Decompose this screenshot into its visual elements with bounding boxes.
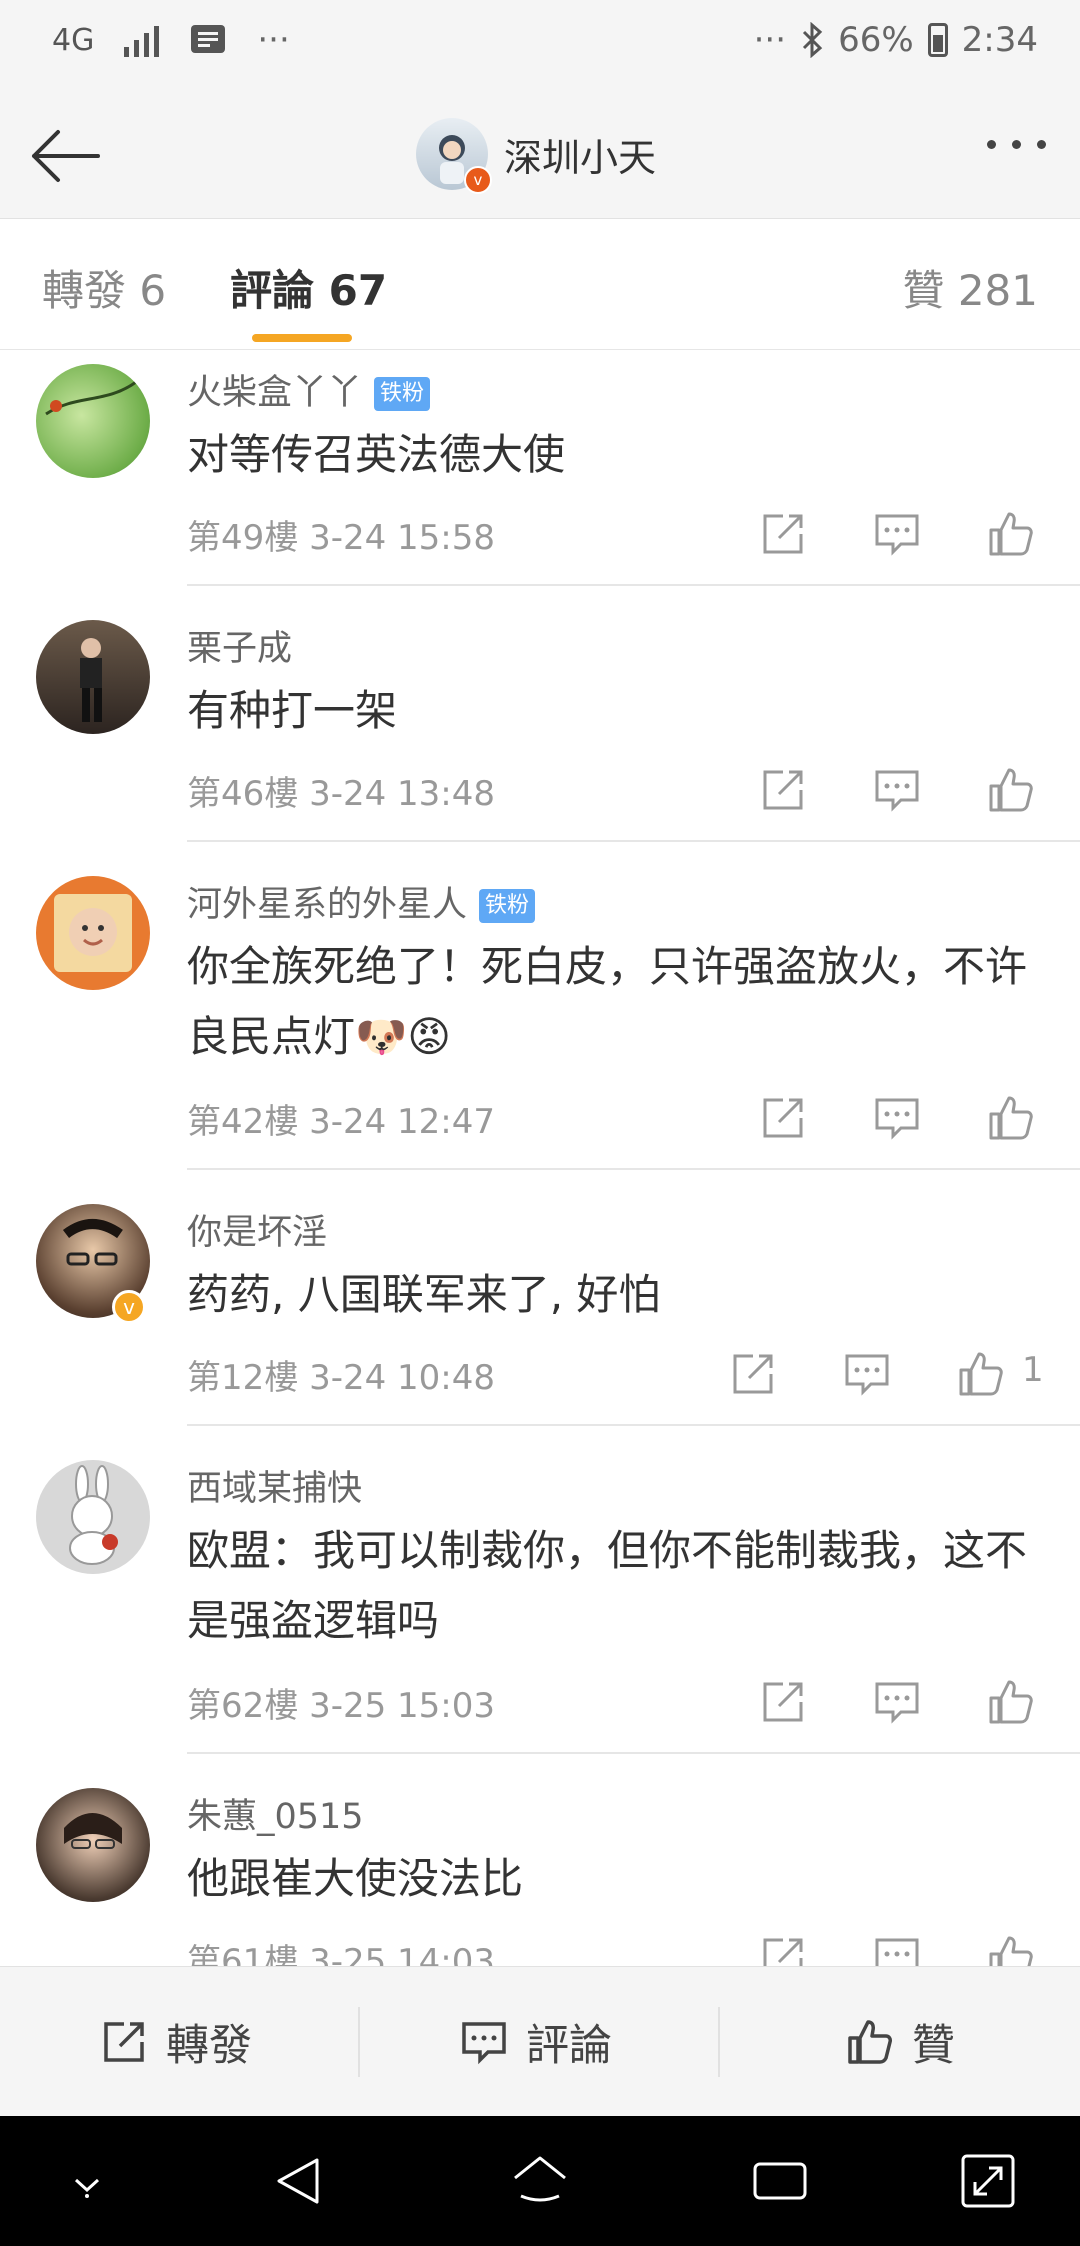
more-icon[interactable] [987,140,1046,149]
status-bar: 4G ··· ··· 66% 2:34 [0,0,1080,90]
comment-icon [462,2022,506,2065]
fan-badge: 铁粉 [374,377,431,411]
tab-repost[interactable]: 轉發 6 [42,257,166,318]
nav-back-icon[interactable] [265,2146,335,2216]
tab-likes[interactable]: 贊 281 [902,257,1038,318]
comment-label: 評論 [526,2021,612,2071]
comment-username[interactable]: 栗子成 [187,620,292,671]
avatar[interactable] [36,620,150,734]
divider [718,2007,720,2077]
comment-meta: 第42樓 3-24 12:47 [187,1102,496,1142]
repost-icon[interactable] [757,508,809,560]
repost-button[interactable]: 轉發 [98,1967,252,2117]
comment-icon[interactable] [871,1676,923,1728]
like-icon[interactable] [985,1932,1037,1966]
active-tab-indicator [252,334,352,342]
tab-bar: 轉發 6 評論 67 贊 281 [0,219,1080,350]
repost-label: 轉發 [166,2021,252,2071]
repost-icon[interactable] [727,1348,779,1400]
avatar[interactable] [36,1460,150,1574]
comment-item: 火柴盒丫丫 铁粉 对等传召英法德大使 第49樓 3-24 15:58 [0,350,1080,586]
comment-icon[interactable] [871,1092,923,1144]
comment-text: 你全族死绝了！死白皮，只许强盗放火，不许良民点灯🐶😡 [187,942,1028,1061]
bottom-action-bar: 轉發 評論 贊 [0,1966,1080,2117]
repost-icon [104,2022,144,2062]
comment-text: 药药, 八国联军来了, 好怕 [187,1270,661,1319]
comment-item: 栗子成 有种打一架 第46樓 3-24 13:48 [0,586,1080,842]
like-icon[interactable] [985,508,1037,560]
like-icon[interactable] [985,1092,1037,1144]
comment-text: 有种打一架 [187,686,398,735]
repost-icon[interactable] [757,1932,809,1966]
comment-meta: 第49樓 3-24 15:58 [187,518,496,558]
signal-icon [124,23,160,57]
repost-icon[interactable] [757,764,809,816]
header-avatar[interactable]: v [416,118,492,194]
like-count: 1 [1022,1350,1044,1390]
divider [358,2007,360,2077]
comment-icon[interactable] [871,764,923,816]
header-user[interactable]: v 深圳小天 [416,114,656,194]
repost-icon[interactable] [757,1676,809,1728]
more-notifications-icon: ··· [257,20,290,60]
comment-item: 河外星系的外星人 铁粉 你全族死绝了！死白皮，只许强盗放火，不许良民点灯🐶😡 第4… [0,842,1080,1170]
comment-item: v 你是坏淫 药药, 八国联军来了, 好怕 第12樓 3-24 10:48 1 [0,1170,1080,1426]
comment-icon[interactable] [871,508,923,560]
nav-expand-icon[interactable] [953,2146,1023,2216]
comment-text: 他跟崔大使没法比 [187,1854,524,1903]
tab-comments[interactable]: 評論 67 [230,257,387,318]
comment-username[interactable]: 河外星系的外星人 铁粉 [187,876,536,927]
avatar[interactable] [36,364,150,478]
avatar[interactable] [36,1788,150,1902]
fan-badge: 铁粉 [479,889,536,923]
verified-badge-icon: v [112,1290,146,1324]
like-button[interactable]: 贊 [844,1967,955,2117]
comment-icon[interactable] [841,1348,893,1400]
system-nav-bar [0,2116,1080,2246]
comment-icon[interactable] [871,1932,923,1966]
comment-text: 欧盟：我可以制裁你，但你不能制裁我，这不是强盗逻辑吗 [187,1526,1028,1645]
comment-button[interactable]: 評論 [458,1967,612,2117]
comment-item: 西域某捕快 欧盟：我可以制裁你，但你不能制裁我，这不是强盗逻辑吗 第62樓 3-… [0,1426,1080,1754]
header: v 深圳小天 [0,90,1080,219]
message-icon [191,25,226,53]
battery-icon [927,23,948,57]
comment-meta: 第62樓 3-25 15:03 [187,1686,496,1726]
comment-username[interactable]: 西域某捕快 [187,1460,362,1511]
bluetooth-icon [803,22,823,58]
comment-meta: 第61樓 3-25 14:03 [187,1942,496,1966]
battery-percent: 66% [838,20,914,60]
like-icon[interactable] [955,1348,1007,1400]
comment-meta: 第12樓 3-24 10:48 [187,1358,496,1398]
avatar[interactable] [36,876,150,990]
comment-username[interactable]: 火柴盒丫丫 铁粉 [187,364,431,415]
header-title: 深圳小天 [504,135,657,180]
comment-meta: 第46樓 3-24 13:48 [187,774,496,814]
like-icon[interactable] [985,1676,1037,1728]
like-icon[interactable] [985,764,1037,816]
status-dots-icon: ··· [753,20,787,60]
nav-down-icon[interactable] [52,2146,122,2216]
comment-list[interactable]: 火柴盒丫丫 铁粉 对等传召英法德大使 第49樓 3-24 15:58 栗子成 有种… [0,350,1080,1966]
verified-badge-icon: v [464,166,492,194]
comment-item: 朱蕙_0515 他跟崔大使没法比 第61樓 3-25 14:03 [0,1754,1080,1966]
repost-icon[interactable] [757,1092,809,1144]
comment-text: 对等传召英法德大使 [187,430,566,479]
network-type: 4G [52,22,95,58]
like-label: 贊 [912,2021,955,2071]
clock: 2:34 [961,20,1038,60]
nav-recent-icon[interactable] [745,2146,815,2216]
comment-username[interactable]: 你是坏淫 [187,1204,327,1255]
like-icon [848,2020,892,2064]
nav-home-icon[interactable] [505,2146,575,2216]
comment-username[interactable]: 朱蕙_0515 [187,1788,364,1839]
back-arrow-icon[interactable] [26,116,106,196]
